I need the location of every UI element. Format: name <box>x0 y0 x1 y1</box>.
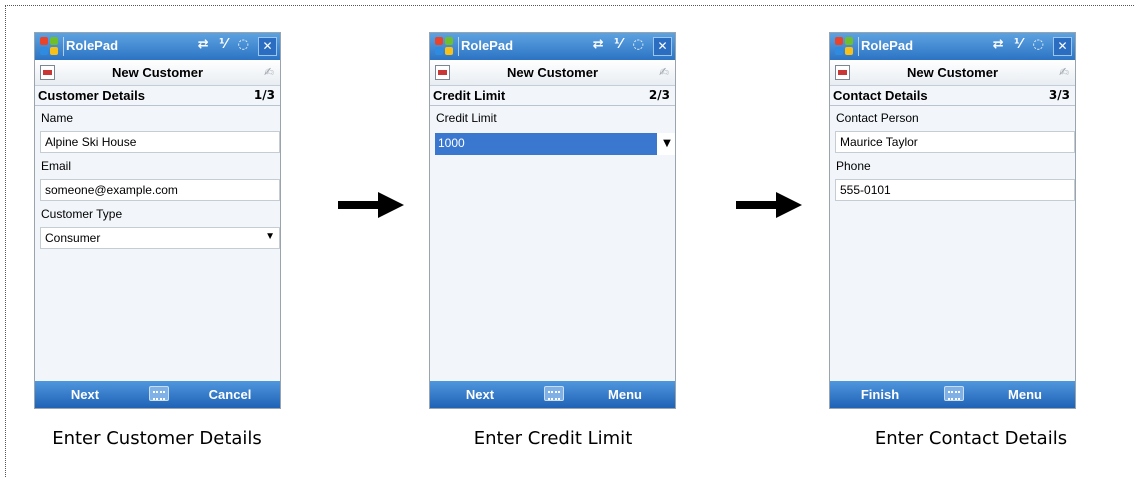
connectivity-signal-icons: ⇄ ⅟ ◌ <box>592 37 647 52</box>
input-method-icon[interactable]: ✍ <box>1059 65 1069 79</box>
credit-limit-label: Credit Limit <box>436 111 497 125</box>
status-bar: RolePad ⇄ ⅟ ◌ ✕ <box>430 33 675 60</box>
page-indicator: 3/3 <box>1048 88 1070 102</box>
chevron-down-icon[interactable]: ▼ <box>265 231 275 242</box>
section-header: Customer Details 1/3 <box>35 86 280 106</box>
close-icon[interactable]: ✕ <box>1053 37 1072 56</box>
cancel-button[interactable]: Cancel <box>180 387 280 402</box>
credit-limit-value: 1000 <box>435 133 657 155</box>
status-bar: RolePad ⇄ ⅟ ◌ ✕ <box>35 33 280 60</box>
phone-screen-customer-details: RolePad ⇄ ⅟ ◌ ✕ New Customer ✍ Customer … <box>34 32 281 409</box>
name-label: Name <box>41 111 74 125</box>
status-separator <box>63 37 64 56</box>
caption-contact-details: Enter Contact Details <box>874 428 1068 449</box>
form-title: New Customer <box>111 65 204 80</box>
soft-key-bar: Next Cancel <box>35 381 280 408</box>
keyboard-icon[interactable] <box>944 386 964 401</box>
flow-arrow-icon <box>338 192 404 218</box>
status-bar: RolePad ⇄ ⅟ ◌ ✕ <box>830 33 1075 60</box>
section-title: Credit Limit <box>433 88 506 103</box>
menu-button[interactable]: Menu <box>975 387 1075 402</box>
windows-start-icon[interactable] <box>835 37 854 56</box>
credit-limit-select[interactable]: 1000 ▼ <box>435 133 675 155</box>
soft-key-bar: Finish Menu <box>830 381 1075 408</box>
form-header: New Customer ✍ <box>830 60 1075 86</box>
page-indicator: 1/3 <box>253 88 275 102</box>
close-icon[interactable]: ✕ <box>653 37 672 56</box>
windows-start-icon[interactable] <box>435 37 454 56</box>
input-method-icon[interactable]: ✍ <box>264 65 274 79</box>
contact-person-field[interactable]: Maurice Taylor <box>835 131 1075 153</box>
next-button[interactable]: Next <box>430 387 530 402</box>
section-title: Contact Details <box>833 88 928 103</box>
customer-type-label: Customer Type <box>41 207 123 221</box>
name-field[interactable]: Alpine Ski House <box>40 131 280 153</box>
email-field[interactable]: someone@example.com <box>40 179 280 201</box>
caption-customer-details: Enter Customer Details <box>52 428 262 449</box>
customer-type-value: Consumer <box>45 231 101 245</box>
chevron-down-icon[interactable]: ▼ <box>657 133 675 155</box>
form-header: New Customer ✍ <box>430 60 675 86</box>
app-title: RolePad <box>461 38 514 53</box>
windows-start-icon[interactable] <box>40 37 59 56</box>
keyboard-icon[interactable] <box>149 386 169 401</box>
phone-label: Phone <box>836 159 871 173</box>
caption-credit-limit: Enter Credit Limit <box>473 428 633 449</box>
close-icon[interactable]: ✕ <box>258 37 277 56</box>
contact-person-label: Contact Person <box>836 111 919 125</box>
flow-arrow-icon <box>736 192 802 218</box>
email-label: Email <box>41 159 72 173</box>
form-header: New Customer ✍ <box>35 60 280 86</box>
menu-button[interactable]: Menu <box>575 387 675 402</box>
connectivity-signal-icons: ⇄ ⅟ ◌ <box>197 37 252 52</box>
form-title: New Customer <box>906 65 999 80</box>
phone-screen-contact-details: RolePad ⇄ ⅟ ◌ ✕ New Customer ✍ Contact D… <box>829 32 1076 409</box>
input-method-icon[interactable]: ✍ <box>659 65 669 79</box>
soft-key-bar: Next Menu <box>430 381 675 408</box>
phone-screen-credit-limit: RolePad ⇄ ⅟ ◌ ✕ New Customer ✍ Credit Li… <box>429 32 676 409</box>
customer-type-select[interactable]: Consumer ▼ <box>40 227 280 249</box>
phone-field[interactable]: 555-0101 <box>835 179 1075 201</box>
section-title: Customer Details <box>38 88 145 103</box>
status-separator <box>858 37 859 56</box>
app-title: RolePad <box>861 38 914 53</box>
next-button[interactable]: Next <box>35 387 135 402</box>
form-title: New Customer <box>506 65 599 80</box>
status-separator <box>458 37 459 56</box>
keyboard-icon[interactable] <box>544 386 564 401</box>
connectivity-signal-icons: ⇄ ⅟ ◌ <box>992 37 1047 52</box>
page-indicator: 2/3 <box>648 88 670 102</box>
section-header: Contact Details 3/3 <box>830 86 1075 106</box>
app-title: RolePad <box>66 38 119 53</box>
finish-button[interactable]: Finish <box>830 387 930 402</box>
section-header: Credit Limit 2/3 <box>430 86 675 106</box>
